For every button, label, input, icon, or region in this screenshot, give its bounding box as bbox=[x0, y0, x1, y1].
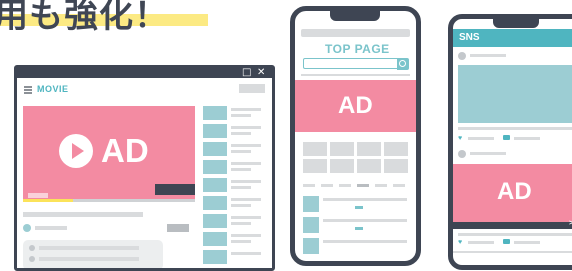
list-item-thumb bbox=[203, 178, 227, 192]
comment-icon[interactable] bbox=[503, 135, 510, 140]
close-icon[interactable]: ✕ bbox=[257, 68, 265, 78]
ad-cta-bar[interactable]: > bbox=[453, 220, 572, 229]
page-title: TOP PAGE bbox=[325, 42, 390, 56]
list-item-thumb bbox=[203, 142, 227, 156]
avatar[interactable] bbox=[458, 52, 466, 60]
progress-track[interactable] bbox=[23, 199, 195, 202]
video-caption-placeholder bbox=[28, 193, 48, 198]
channel-name-placeholder bbox=[35, 226, 67, 230]
divider bbox=[301, 74, 410, 76]
post-author-placeholder bbox=[470, 152, 506, 155]
phone-notch bbox=[330, 11, 380, 21]
post-image[interactable] bbox=[458, 65, 572, 123]
ad-label: AD bbox=[101, 132, 149, 169]
banner-ad[interactable]: AD bbox=[295, 80, 416, 132]
desktop-window: □ ✕ MOVIE AD bbox=[14, 65, 275, 271]
progress-fill bbox=[23, 199, 73, 202]
subscribe-button[interactable] bbox=[167, 224, 189, 232]
header-placeholder bbox=[239, 84, 265, 93]
post-text-placeholder bbox=[458, 127, 572, 130]
skip-ad-button[interactable] bbox=[155, 184, 195, 195]
divider bbox=[453, 251, 572, 253]
heart-icon[interactable]: ♥ bbox=[458, 135, 462, 142]
search-icon[interactable] bbox=[397, 58, 409, 70]
post-text-placeholder bbox=[458, 233, 572, 236]
phone-sns: SNS ♥ AD > ♥ bbox=[448, 14, 572, 270]
search-input[interactable] bbox=[303, 58, 399, 69]
list-item-thumb bbox=[203, 214, 227, 228]
sns-header: SNS bbox=[453, 29, 572, 47]
list-item-thumb bbox=[203, 106, 227, 120]
post-author-placeholder bbox=[470, 54, 506, 57]
list-item-thumb bbox=[203, 196, 227, 210]
ad-label: AD bbox=[497, 178, 532, 205]
play-icon[interactable] bbox=[59, 134, 93, 168]
video-ad[interactable]: AD bbox=[23, 106, 195, 199]
avatar[interactable] bbox=[458, 150, 466, 158]
sns-title: SNS bbox=[459, 32, 480, 43]
list-item-thumb bbox=[203, 124, 227, 138]
browser-address-bar[interactable] bbox=[301, 29, 410, 37]
maximize-icon[interactable]: □ bbox=[242, 68, 251, 78]
list-item-thumb bbox=[203, 250, 227, 264]
site-title: MOVIE bbox=[37, 84, 69, 94]
video-title-placeholder bbox=[23, 212, 143, 217]
ad-label: AD bbox=[338, 92, 373, 119]
headline: 用も強化！ bbox=[0, 0, 169, 36]
comment-box bbox=[23, 240, 163, 268]
feed-ad[interactable]: AD bbox=[453, 164, 572, 222]
channel-avatar[interactable] bbox=[23, 224, 31, 232]
window-titlebar bbox=[17, 68, 272, 78]
list-item-thumb bbox=[203, 160, 227, 174]
comment-icon[interactable] bbox=[503, 239, 510, 244]
phone-notch bbox=[493, 19, 539, 28]
list-item-thumb bbox=[203, 232, 227, 246]
phone-top-page: TOP PAGE AD bbox=[290, 6, 421, 266]
heart-icon[interactable]: ♥ bbox=[458, 239, 462, 246]
